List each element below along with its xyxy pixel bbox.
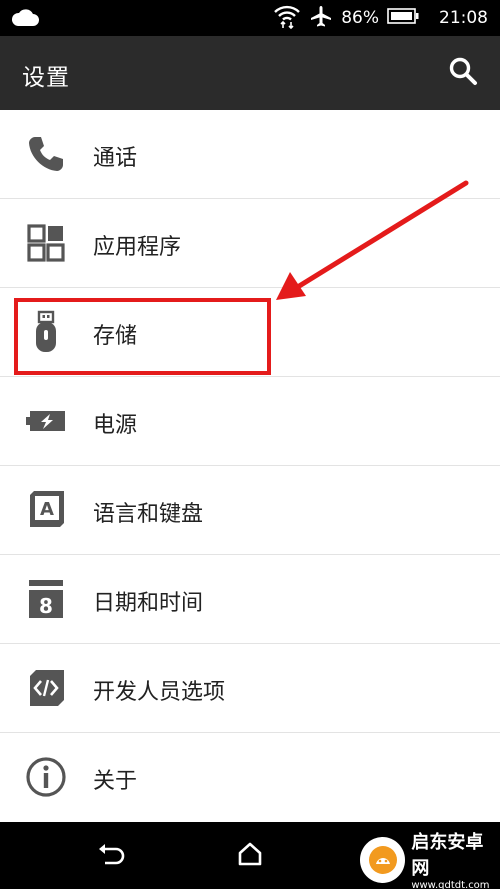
settings-item-developer-options[interactable]: 开发人员选项 xyxy=(0,644,500,733)
settings-item-power[interactable]: 电源 xyxy=(0,377,500,466)
settings-item-label: 开发人员选项 xyxy=(93,680,226,705)
settings-item-label: 通话 xyxy=(93,146,138,171)
battery-percent: 86% xyxy=(341,8,379,28)
settings-item-label: 日期和时间 xyxy=(93,591,204,616)
code-icon xyxy=(24,666,68,710)
watermark-logo-icon xyxy=(360,836,406,883)
settings-item-label: 应用程序 xyxy=(93,235,182,260)
battery-charging-icon xyxy=(24,399,68,443)
cloud-icon xyxy=(10,8,40,32)
settings-item-call[interactable]: 通话 xyxy=(0,110,500,199)
watermark-title: 启东安卓网 xyxy=(411,832,484,879)
watermark-url: www.qdtdt.com xyxy=(411,880,490,891)
settings-item-label: 语言和键盘 xyxy=(93,502,204,527)
calendar-icon: 8 xyxy=(24,577,68,621)
airplane-mode-icon xyxy=(309,4,333,33)
back-icon xyxy=(97,841,127,871)
settings-item-storage[interactable]: 存储 xyxy=(0,288,500,377)
back-button[interactable] xyxy=(94,838,130,874)
clock: 21:08 xyxy=(439,8,488,28)
watermark: 启东安卓网 www.qdtdt.com xyxy=(356,830,500,891)
home-icon xyxy=(236,841,264,871)
wifi-data-icon xyxy=(273,3,301,34)
status-bar: 86% 21:08 xyxy=(0,0,500,36)
settings-list: 通话 应用程序 存储 电源 A 语言和键盘 8 日期和时间 开发人员选项 关于 xyxy=(0,110,500,822)
usb-storage-icon xyxy=(24,310,68,354)
language-keyboard-icon: A xyxy=(24,488,68,532)
settings-item-date-time[interactable]: 8 日期和时间 xyxy=(0,555,500,644)
apps-grid-icon xyxy=(24,221,68,265)
settings-item-label: 关于 xyxy=(93,769,138,794)
svg-text:A: A xyxy=(40,499,54,520)
info-icon xyxy=(24,755,68,799)
settings-item-about[interactable]: 关于 xyxy=(0,733,500,822)
search-button[interactable] xyxy=(446,56,480,90)
settings-item-language-keyboard[interactable]: A 语言和键盘 xyxy=(0,466,500,555)
settings-item-label: 电源 xyxy=(93,413,138,438)
calendar-day: 8 xyxy=(39,594,53,618)
battery-icon xyxy=(387,7,419,30)
home-button[interactable] xyxy=(232,838,268,874)
app-bar: 设置 xyxy=(0,36,500,110)
page-title: 设置 xyxy=(22,65,70,91)
search-icon xyxy=(448,56,478,90)
settings-item-apps[interactable]: 应用程序 xyxy=(0,199,500,288)
settings-item-label: 存储 xyxy=(93,324,138,349)
phone-icon xyxy=(24,132,68,176)
